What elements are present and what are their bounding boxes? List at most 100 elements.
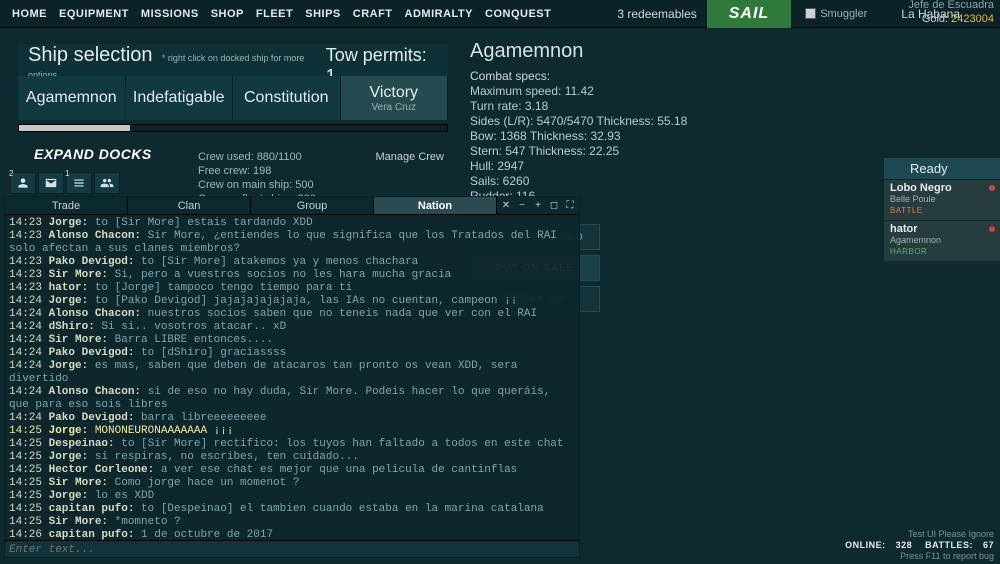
ship-tab-port: Vera Cruz [372, 102, 416, 113]
chat-line: 14:24 dShiro: Si si.. vosotros atacar.. … [9, 321, 575, 334]
chat-line: 14:24 Pako Devigod: to [dShiro] graciass… [9, 347, 575, 360]
ship-selection-panel: Ship selection * right click on docked s… [18, 44, 448, 162]
chat-tab-group[interactable]: Group [251, 197, 374, 214]
ship-tab-name: Constitution [244, 89, 329, 107]
chat-line: 14:25 Sir More: Como jorge hace un momen… [9, 477, 575, 490]
spec-line: Bow: 1368 Thickness: 32.93 [470, 129, 800, 144]
plus-icon[interactable]: + [531, 199, 545, 213]
chat-line: 14:25 Jorge: si respiras, no escribes, t… [9, 451, 575, 464]
chat-line: 14:24 Jorge: es mas, saben que deben de … [9, 360, 575, 386]
spec-line: Sides (L/R): 5470/5470 Thickness: 55.18 [470, 114, 800, 129]
chat-line: 14:23 Sir More: Si, pero a vuestros soci… [9, 269, 575, 282]
online-value: 328 [896, 540, 913, 550]
spec-line: Sails: 6260 [470, 174, 800, 189]
smuggler-label: Smuggler [820, 8, 867, 20]
nav-equipment[interactable]: EQUIPMENT [53, 0, 135, 28]
nav-ships[interactable]: SHIPS [299, 0, 347, 28]
chat-tab-nation[interactable]: Nation [374, 197, 497, 214]
dock-progress [18, 124, 448, 132]
nav-missions[interactable]: MISSIONS [135, 0, 205, 28]
chat-log[interactable]: 14:23 Jorge: to [Sir More] estais tardan… [5, 215, 579, 540]
ship-selection-header: Ship selection * right click on docked s… [18, 44, 448, 76]
rank-label: Jefe de Escuadra [908, 0, 994, 12]
report-bug-note: Press F11 to report bug [835, 551, 994, 562]
nav-shop[interactable]: SHOP [205, 0, 250, 28]
fleet-player[interactable]: Lobo NegroBelle PouleBATTLE [884, 180, 1000, 221]
test-ui-note: Test UI Please Ignore [835, 529, 994, 540]
mail-button[interactable] [38, 172, 64, 194]
chat-input-wrap [5, 540, 579, 557]
fleet-player[interactable]: hatorAgamemnonHARBOR [884, 221, 1000, 262]
mail-icon [44, 176, 58, 190]
nav-home[interactable]: HOME [6, 0, 53, 28]
ship-tab-indefatigable[interactable]: Indefatigable [126, 76, 234, 120]
crew-used: Crew used: 880/1100 [198, 151, 302, 163]
chat-input[interactable] [9, 543, 575, 559]
chat-line: 14:24 Alonso Chacon: si de eso no hay du… [9, 386, 575, 412]
ship-tab-name: Indefatigable [133, 89, 225, 107]
ship-tab-agamemnon[interactable]: Agamemnon [18, 76, 126, 120]
spec-line: Stern: 547 Thickness: 22.25 [470, 144, 800, 159]
ship-tab-name: Agamemnon [26, 89, 117, 107]
ready-button[interactable]: Ready [884, 158, 1000, 180]
gold-value: 2423004 [951, 13, 994, 25]
chat-line: 14:24 Jorge: to [Pako Devigod] jajajajaj… [9, 295, 575, 308]
friends-button[interactable]: 2 [10, 172, 36, 194]
chat-line: 14:25 Sir More: *momneto ? [9, 516, 575, 529]
crew-main: Crew on main ship: 500 [198, 178, 448, 192]
close-icon[interactable]: ✕ [499, 199, 513, 213]
checkbox-icon[interactable] [805, 8, 816, 19]
person-icon [16, 176, 30, 190]
ship-tab-constitution[interactable]: Constitution [233, 76, 341, 120]
quick-buttons: 2 1 [10, 172, 120, 194]
chat-line: 14:23 hator: to [Jorge] tampoco tengo ti… [9, 282, 575, 295]
chat-tab-clan[interactable]: Clan [128, 197, 251, 214]
top-nav: HOMEEQUIPMENTMISSIONSSHOPFLEETSHIPSCRAFT… [0, 0, 557, 28]
chat-line: 14:25 Despeinao: to [Sir More] rectifico… [9, 438, 575, 451]
footer: Test UI Please Ignore ONLINE:328 BATTLES… [835, 529, 994, 562]
social-button[interactable] [94, 172, 120, 194]
minus-icon[interactable]: − [515, 199, 529, 213]
nav-admiralty[interactable]: ADMIRALTY [399, 0, 479, 28]
list-button[interactable]: 1 [66, 172, 92, 194]
gold-label: Gold: [922, 13, 948, 25]
chat-tabs: TradeClanGroupNation✕−+◻⛶ [5, 197, 579, 215]
player-summary: Jefe de Escuadra Gold: 2423004 [908, 0, 994, 26]
sail-button[interactable]: SAIL [707, 0, 791, 28]
ship-detail-name: Agamemnon [470, 44, 800, 59]
manage-crew-button[interactable]: Manage Crew [376, 150, 444, 164]
nav-craft[interactable]: CRAFT [347, 0, 399, 28]
fleet-player-ship: Agamemnon [890, 235, 994, 246]
smuggler-toggle[interactable]: Smuggler [791, 8, 881, 20]
nav-fleet[interactable]: FLEET [250, 0, 299, 28]
redeemables-link[interactable]: 3 redeemables [607, 0, 706, 28]
ship-details: Agamemnon Combat specs: Maximum speed: 1… [470, 44, 800, 219]
fleet-player-status: BATTLE [890, 206, 923, 215]
status-dot-icon [989, 185, 995, 191]
list-icon [72, 176, 86, 190]
chat-panel: TradeClanGroupNation✕−+◻⛶ 14:23 Jorge: t… [4, 196, 580, 558]
fleet-player-status: HARBOR [890, 247, 927, 256]
chat-line: 14:23 Alonso Chacon: Sir More, ¿entiende… [9, 230, 575, 256]
chat-line: 14:25 Jorge: lo es XDD [9, 490, 575, 503]
friends-badge: 2 [9, 169, 13, 178]
combat-specs-header: Combat specs: [470, 69, 800, 84]
ship-selection-title: Ship selection [28, 44, 153, 66]
ship-tabs: Agamemnon Indefatigable Constitution Victor… [18, 76, 448, 120]
chat-line: 14:23 Jorge: to [Sir More] estais tardan… [9, 217, 575, 230]
ship-tab-victory[interactable]: VictoryVera Cruz [341, 76, 449, 120]
ship-tab-name: Victory [369, 84, 418, 102]
chat-tab-trade[interactable]: Trade [5, 197, 128, 214]
dock-progress-fill [19, 125, 130, 131]
nav-conquest[interactable]: CONQUEST [479, 0, 557, 28]
popout-icon[interactable]: ◻ [547, 199, 561, 213]
chat-line: 14:25 capitan pufo: to [Despeinao] el ta… [9, 503, 575, 516]
ready-panel: Ready Lobo NegroBelle PouleBATTLEhatorAg… [884, 158, 1000, 262]
chat-line: 14:24 Pako Devigod: barra libreeeeeeeee [9, 412, 575, 425]
spec-line: Hull: 2947 [470, 159, 800, 174]
battles-value: 67 [983, 540, 994, 550]
topbar: HOMEEQUIPMENTMISSIONSSHOPFLEETSHIPSCRAFT… [0, 0, 1000, 28]
battles-label: BATTLES: [925, 540, 973, 550]
spec-line: Maximum speed: 11.42 [470, 84, 800, 99]
expand-icon[interactable]: ⛶ [563, 199, 577, 213]
